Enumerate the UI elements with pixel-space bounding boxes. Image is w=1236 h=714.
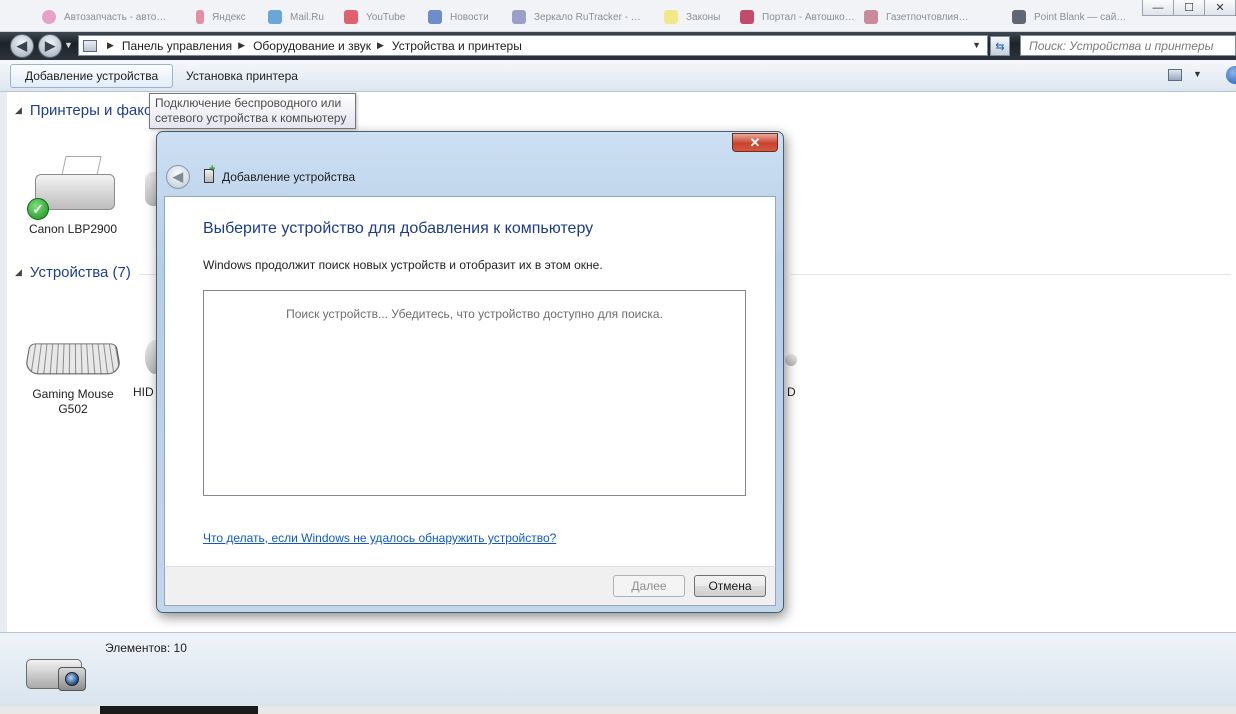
group-header-printers[interactable]: ◢ Принтеры и факсы <box>15 102 162 119</box>
printer-icon: ✓ <box>27 152 119 220</box>
bookmark-item[interactable]: Яндекс <box>196 9 246 25</box>
minimize-button[interactable]: — <box>1142 0 1174 16</box>
bookmark-item[interactable]: Mail.Ru <box>268 9 324 25</box>
chevron-right-icon[interactable]: ▶ <box>377 40 384 51</box>
arrow-right-icon: ▶ <box>45 38 55 53</box>
dialog-footer: Далее Отмена <box>164 566 776 606</box>
bookmark-icon <box>864 10 878 24</box>
device-label: Gaming Mouse G502 <box>32 387 114 416</box>
history-dropdown-icon[interactable]: ▼ <box>64 40 73 50</box>
device-item[interactable]: D <box>787 385 807 400</box>
refresh-button[interactable]: ⇆ <box>990 36 1010 56</box>
back-button[interactable]: ◀ <box>166 165 190 189</box>
bookmark-icon <box>664 10 678 24</box>
device-label: D <box>787 385 796 399</box>
device-item-keyboard[interactable]: Gaming Mouse G502 <box>18 337 128 417</box>
bookmark-item[interactable]: Point Blank — сай… <box>1012 9 1126 25</box>
collapse-icon[interactable]: ◢ <box>15 267 22 278</box>
bookmark-item[interactable]: Новости <box>428 9 489 25</box>
help-icon[interactable] <box>1226 66 1236 84</box>
help-link[interactable]: Что делать, если Windows не удалось обна… <box>203 531 556 545</box>
back-button[interactable]: ◀ <box>10 34 34 58</box>
plus-icon: + <box>209 163 216 175</box>
chevron-down-icon[interactable]: ▼ <box>1193 69 1202 79</box>
bookmark-icon <box>344 10 358 24</box>
address-bar[interactable]: ▶ Панель управления ▶ Оборудование и зву… <box>78 35 988 56</box>
device-label: Canon LBP2900 <box>28 222 118 236</box>
bookmark-item[interactable]: Портал - Автошко… <box>740 9 855 25</box>
bookmark-item[interactable]: Зеркало RuTracker - … <box>512 9 641 25</box>
chevron-right-icon[interactable]: ▶ <box>238 40 245 51</box>
cancel-button[interactable]: Отмена <box>694 575 766 597</box>
bookmark-icon <box>1012 10 1026 24</box>
refresh-icon: ⇆ <box>995 40 1005 53</box>
breadcrumb-control-panel[interactable]: Панель управления <box>122 39 232 53</box>
maximize-button[interactable]: ☐ <box>1173 0 1205 16</box>
breadcrumb-devices-printers[interactable]: Устройства и принтеры <box>392 39 522 53</box>
bookmark-icon <box>268 10 282 24</box>
dialog-description: Windows продолжит поиск новых устройств … <box>203 258 603 272</box>
forward-button[interactable]: ▶ <box>38 34 62 58</box>
item-count: Элементов: 10 <box>105 641 187 655</box>
device-label: HID <box>133 385 154 399</box>
arrow-left-icon: ◀ <box>173 169 183 184</box>
next-button[interactable]: Далее <box>613 575 685 597</box>
chevron-down-icon[interactable]: ▼ <box>972 40 981 50</box>
add-device-dialog: ✕ ◀ + Добавление устройства Выберите уст… <box>156 131 784 613</box>
tooltip: Подключение беспроводного или сетевого у… <box>149 93 356 129</box>
divider <box>791 274 1231 275</box>
taskbar-item <box>100 706 258 714</box>
close-button[interactable]: ✕ <box>732 133 778 152</box>
bookmark-item[interactable]: Законы <box>664 9 720 25</box>
bookmark-icon <box>428 10 442 24</box>
bookmark-item[interactable]: Автозапчасть - авто… <box>42 9 166 25</box>
add-device-button[interactable]: Добавление устройства <box>10 64 174 88</box>
device-item-printer[interactable]: ✓ Canon LBP2900 <box>18 152 128 237</box>
arrow-left-icon: ◀ <box>17 38 27 53</box>
group-header-devices[interactable]: ◢ Устройства (7) <box>15 264 131 281</box>
bookmark-icon <box>512 10 526 24</box>
address-row: ◀ ▶ ▼ ▶ Панель управления ▶ Оборудование… <box>0 32 1236 60</box>
bookmark-item[interactable]: YouTube <box>344 9 405 25</box>
keyboard-icon <box>24 337 122 383</box>
control-panel-icon <box>83 39 97 52</box>
chevron-right-icon[interactable]: ▶ <box>107 40 114 51</box>
search-input[interactable]: Поиск: Устройства и принтеры <box>1020 35 1236 56</box>
window-controls: — ☐ ✕ <box>1142 0 1236 16</box>
device-list[interactable]: Поиск устройств... Убедитесь, что устрой… <box>203 290 746 496</box>
bookmark-icon <box>42 10 56 24</box>
device-icon <box>785 354 797 366</box>
view-options-icon[interactable] <box>1168 69 1182 81</box>
dialog-title: Добавление устройства <box>222 170 356 184</box>
bookmark-icon <box>196 10 204 24</box>
bookmarks-bar: Автозапчасть - авто… Яндекс Mail.Ru YouT… <box>0 0 1236 32</box>
dialog-body: Выберите устройство для добавления к ком… <box>164 196 776 566</box>
bookmark-icon <box>740 10 754 24</box>
dialog-heading: Выберите устройство для добавления к ком… <box>203 220 594 237</box>
devices-printers-icon <box>24 641 88 697</box>
default-check-icon: ✓ <box>27 198 49 220</box>
close-window-button[interactable]: ✕ <box>1204 0 1236 16</box>
bookmark-item[interactable]: Газетпочтовлия… <box>864 9 969 25</box>
collapse-icon[interactable]: ◢ <box>15 105 22 116</box>
breadcrumb-hardware-sound[interactable]: Оборудование и звук <box>253 39 371 53</box>
details-pane: Элементов: 10 <box>0 632 1236 706</box>
searching-status: Поиск устройств... Убедитесь, что устрой… <box>286 307 663 321</box>
command-bar: Добавление устройства Установка принтера… <box>0 60 1236 92</box>
add-printer-button[interactable]: Установка принтера <box>172 64 312 88</box>
